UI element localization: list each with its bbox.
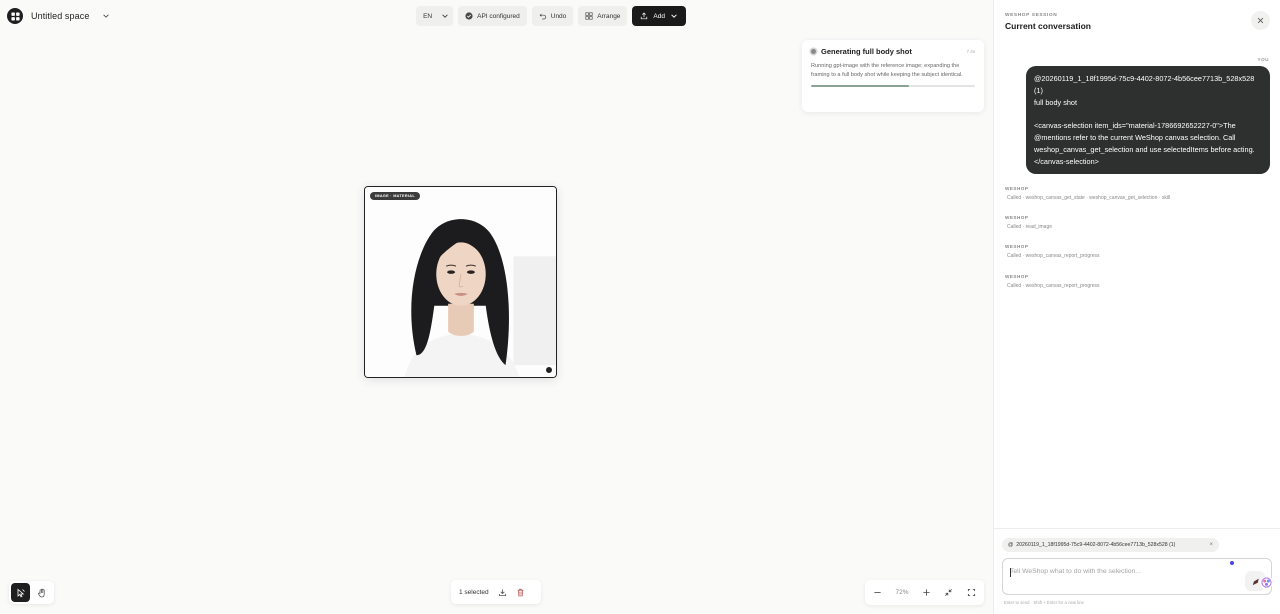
language-select[interactable]: EN — [416, 6, 454, 26]
app-logo-icon[interactable] — [7, 8, 23, 24]
status-indicator — [1230, 561, 1234, 565]
add-button[interactable]: Add — [632, 6, 686, 26]
generation-progress-fill — [811, 85, 910, 87]
canvas-tool-group — [9, 581, 54, 604]
panel-title: Current conversation — [1005, 21, 1091, 31]
hand-icon — [37, 588, 45, 597]
select-tool-button[interactable] — [11, 583, 30, 602]
arrange-button[interactable]: Arrange — [578, 6, 628, 26]
mention-chip[interactable]: @ 20260119_1_18f1995d-75c9-4402-8072-4b5… — [1002, 538, 1219, 552]
chevron-down-icon[interactable] — [101, 11, 111, 21]
tool-call-entry: WESHOP Called · weshop_canvas_get_state … — [1005, 186, 1170, 201]
canvas-area[interactable]: Untitled space EN API configured Undo Ar… — [0, 0, 993, 614]
add-label: Add — [653, 12, 665, 20]
tool-call-source: WESHOP — [1005, 186, 1029, 191]
conversation-panel: WESHOP SESSION Current conversation YOU … — [993, 0, 1280, 614]
download-icon — [498, 588, 506, 596]
message-input[interactable] — [1010, 568, 1230, 575]
text-caret — [1010, 568, 1011, 577]
space-title[interactable]: Untitled space — [31, 11, 89, 21]
cursor-select-icon — [17, 588, 25, 597]
image-type-tag: IMAGE · MATERIAL — [370, 192, 420, 200]
mention-chip-label: 20260119_1_18f1995d-75c9-4402-8072-4b56c… — [1016, 542, 1176, 548]
generation-time: 7.4s — [966, 49, 975, 54]
tool-call-entry: WESHOP Called · weshop_canvas_report_pro… — [1005, 274, 1100, 289]
tool-call-entry: WESHOP Called · weshop_canvas_report_pro… — [1005, 244, 1100, 259]
brush-icon — [1252, 578, 1259, 585]
composer-area: @ 20260119_1_18f1995d-75c9-4402-8072-4b5… — [994, 528, 1280, 614]
selection-count: 1 selected — [459, 588, 489, 596]
zoom-in-icon[interactable] — [922, 588, 931, 597]
chevron-down-icon — [442, 14, 448, 18]
message-spacer — [1034, 108, 1262, 120]
close-icon — [1257, 17, 1264, 24]
user-label: YOU — [1257, 57, 1269, 62]
fullscreen-icon[interactable] — [967, 588, 976, 597]
message-canvas-selection: <canvas-selection item_ids="material-178… — [1034, 121, 1255, 166]
zoom-level: 72% — [895, 589, 909, 596]
panel-eyebrow: WESHOP SESSION — [1005, 13, 1058, 18]
download-button[interactable] — [498, 588, 507, 597]
portrait-image — [365, 187, 556, 377]
undo-button[interactable]: Undo — [531, 6, 574, 26]
message-mention: @20260119_1_18f1995d-75c9-4402-8072-4b56… — [1034, 74, 1255, 95]
arrange-label: Arrange — [597, 12, 621, 20]
tool-call-source: WESHOP — [1005, 215, 1029, 220]
zoom-out-icon[interactable] — [873, 588, 882, 597]
collapse-icon[interactable] — [944, 588, 953, 597]
composer-hint: Enter to send · Shift + Enter for a new … — [1004, 600, 1084, 605]
user-message: @20260119_1_18f1995d-75c9-4402-8072-4b56… — [1026, 66, 1270, 174]
chevron-down-icon — [671, 14, 677, 18]
image-node[interactable]: IMAGE · MATERIAL — [364, 186, 557, 378]
selection-bar: 1 selected — [451, 580, 541, 604]
composer-box[interactable] — [1002, 558, 1272, 595]
generation-title: Generating full body shot — [821, 47, 912, 56]
check-circle-icon — [465, 12, 473, 20]
resize-handle[interactable] — [546, 367, 552, 373]
generation-status-card: Generating full body shot 7.4s Running g… — [802, 40, 984, 112]
toolbar: EN API configured Undo Arrange Add — [416, 6, 686, 26]
tool-call-text: Called · weshop_canvas_report_progress — [1007, 283, 1100, 289]
close-panel-button[interactable] — [1251, 11, 1270, 30]
generation-description: Running gpt-image with the reference ima… — [811, 63, 963, 78]
tool-call-text: Called · weshop_canvas_report_progress — [1007, 253, 1100, 259]
trash-icon — [517, 588, 524, 596]
undo-label: Undo — [550, 12, 567, 20]
tool-call-text: Called · read_image — [1007, 224, 1053, 230]
pan-tool-button[interactable] — [32, 583, 51, 602]
grid-icon — [585, 12, 593, 20]
status-dot-icon — [811, 49, 816, 54]
tool-call-text: Called · weshop_canvas_get_state · wesho… — [1007, 195, 1171, 201]
upload-icon — [641, 12, 648, 20]
delete-button[interactable] — [516, 588, 525, 597]
at-icon: @ — [1008, 542, 1014, 548]
assistant-badge-icon[interactable] — [1260, 576, 1273, 589]
remove-mention-icon[interactable]: × — [1209, 542, 1213, 548]
language-label: EN — [423, 12, 433, 20]
tool-call-source: WESHOP — [1005, 244, 1029, 249]
api-status-label: API configured — [477, 12, 520, 20]
zoom-controls: 72% — [865, 580, 984, 605]
tool-call-entry: WESHOP Called · read_image — [1005, 215, 1052, 230]
undo-icon — [539, 13, 546, 20]
tool-call-source: WESHOP — [1005, 274, 1029, 279]
message-prompt: full body shot — [1034, 97, 1077, 107]
generation-progress-bar — [811, 85, 975, 87]
api-status-button[interactable]: API configured — [458, 6, 527, 26]
space-header: Untitled space — [7, 7, 111, 25]
